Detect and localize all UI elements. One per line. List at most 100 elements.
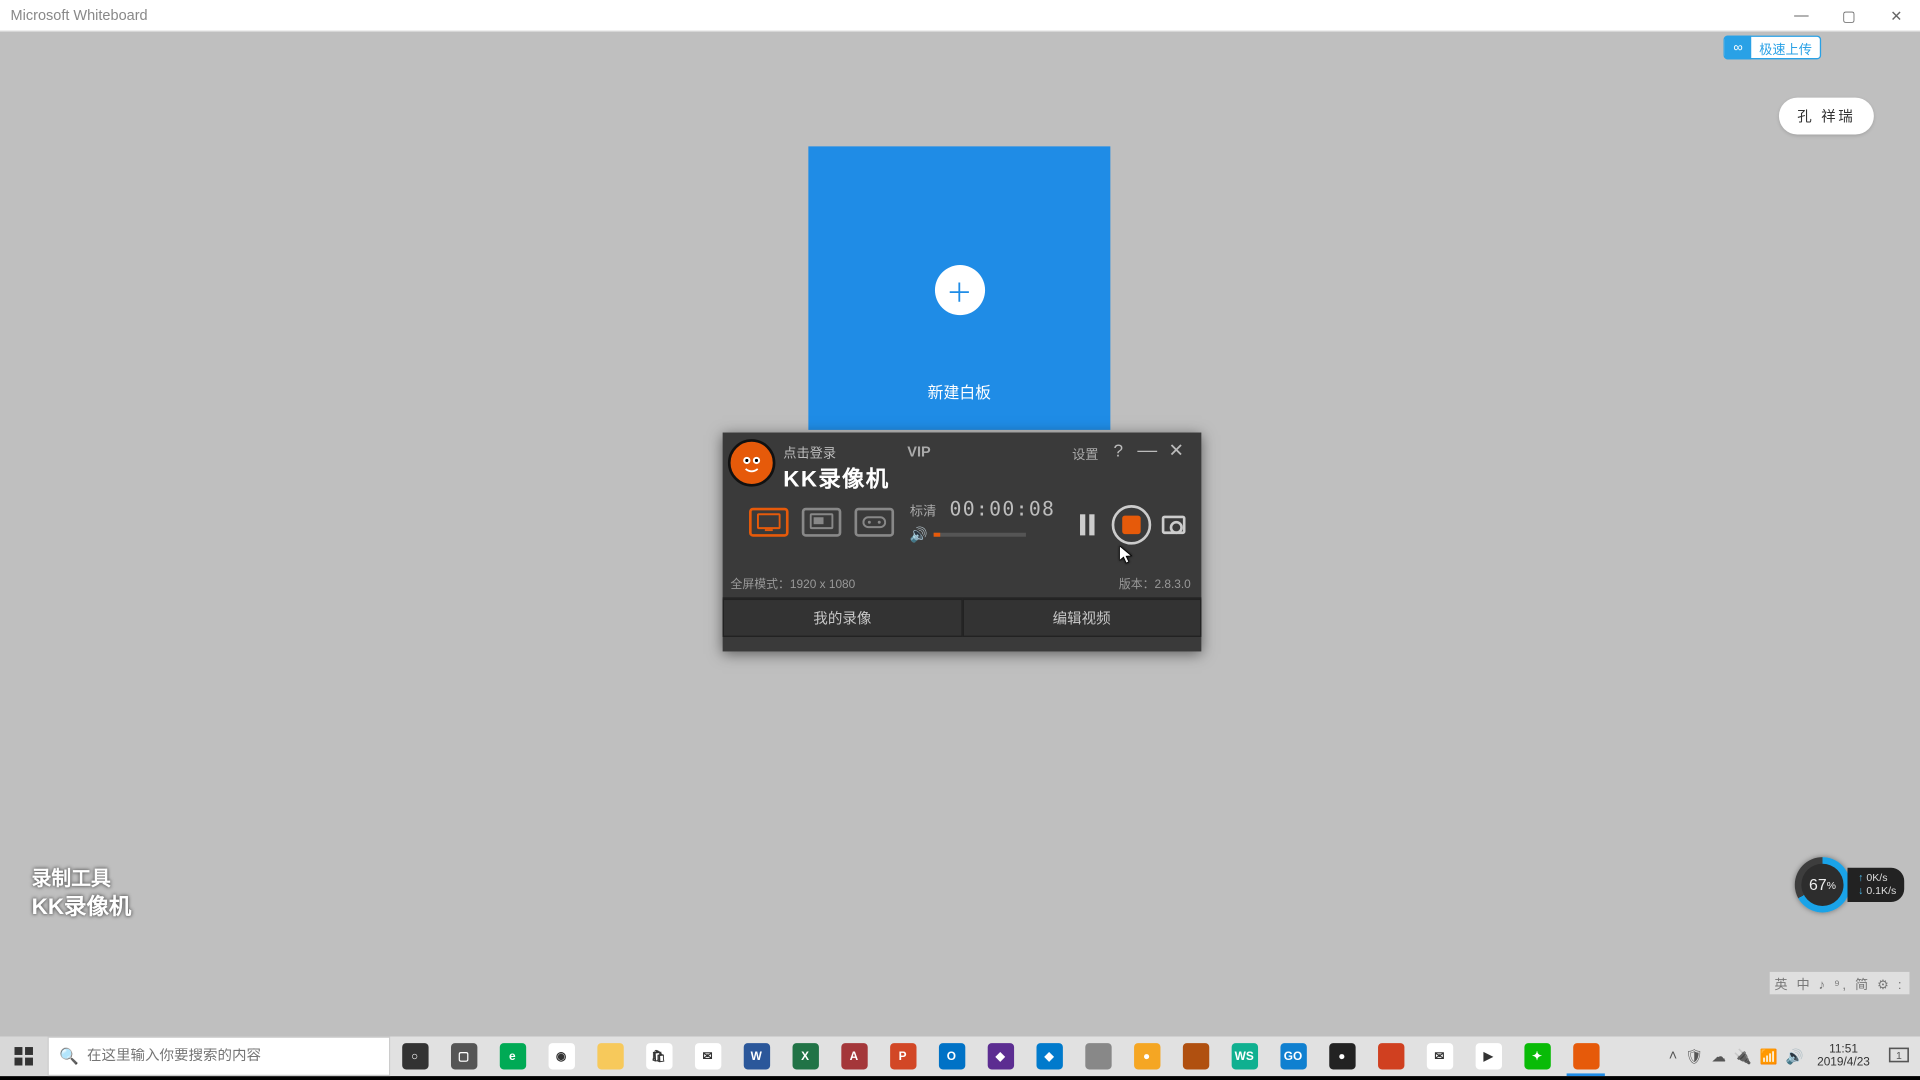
mode-game-button[interactable] [855, 508, 895, 537]
word-icon: W [743, 1043, 769, 1069]
user-pill[interactable]: 孔 祥瑞 [1779, 98, 1874, 135]
kk-settings-link[interactable]: 设置 [1072, 443, 1098, 463]
minimize-button[interactable]: — [1778, 0, 1825, 32]
perf-gauge[interactable]: 67% 0K/s 0.1K/s [1795, 857, 1904, 912]
kk-help-button[interactable]: ? [1106, 438, 1130, 462]
chrome-icon: ◉ [548, 1043, 574, 1069]
search-input[interactable] [87, 1048, 378, 1064]
tray-volume-icon[interactable]: 🔊 [1786, 1048, 1804, 1065]
taskbar-app-app3[interactable] [1366, 1036, 1415, 1076]
close-button[interactable]: ✕ [1873, 0, 1920, 32]
taskbar-app-app1[interactable] [1073, 1036, 1122, 1076]
mode-region-button[interactable] [802, 508, 842, 537]
taskbar-app-chrome[interactable]: ◉ [537, 1036, 586, 1076]
taskbar-app-coin[interactable]: ● [1122, 1036, 1171, 1076]
taskbar-app-edge[interactable]: e [488, 1036, 537, 1076]
stop-record-button[interactable] [1112, 505, 1152, 545]
whiteboard-body: ∞ 极速上传 孔 祥瑞 ＋ 新建白板 录制工具 KK录像机 点击登录 KK录像机… [0, 32, 1920, 1037]
taskbar-app-store[interactable]: 🛍 [634, 1036, 683, 1076]
gauge-pct-suffix: % [1827, 879, 1836, 891]
taskbar-app-powerpoint[interactable]: P [878, 1036, 927, 1076]
mode-fullscreen-button[interactable] [749, 508, 789, 537]
volume-control[interactable]: 🔊 [910, 526, 1026, 543]
taskbar-app-webstorm[interactable]: WS [1220, 1036, 1269, 1076]
tab-my-recordings[interactable]: 我的录像 [723, 599, 962, 637]
kk-logo-icon [728, 439, 775, 486]
excel-icon: X [792, 1043, 818, 1069]
tray-chevron-icon[interactable]: ˄ [1669, 1048, 1677, 1064]
taskbar: 🔍 ○▢e◉🛍✉WXAPO◆◆●WSGO●✉▶✦ ˄ 🛡 ☁ 🔌 📶 🔊 11:… [0, 1036, 1920, 1076]
taskbar-app-app2[interactable] [1171, 1036, 1220, 1076]
kk-icon [1573, 1043, 1599, 1069]
tray-notifications[interactable]: 1 [1883, 1046, 1915, 1067]
coin-icon: ● [1133, 1043, 1159, 1069]
kk-minimize-button[interactable]: — [1135, 438, 1159, 462]
app3-icon [1377, 1043, 1403, 1069]
app2-icon [1182, 1043, 1208, 1069]
rec-icon: ● [1329, 1043, 1355, 1069]
maximize-button[interactable]: ▢ [1825, 0, 1872, 32]
taskbar-search[interactable]: 🔍 [47, 1036, 390, 1076]
net-down: 0.1K/s [1858, 885, 1896, 898]
tray-network-icon[interactable]: 📶 [1760, 1048, 1778, 1065]
start-button[interactable] [0, 1036, 47, 1076]
edge-icon: e [499, 1043, 525, 1069]
mode-label: 全屏模式： [731, 578, 790, 591]
watermark-line1: 录制工具 [32, 868, 132, 893]
tray-date: 2019/4/23 [1817, 1056, 1870, 1069]
taskbar-app-excel[interactable]: X [781, 1036, 830, 1076]
taskbar-app-visualstudio[interactable]: ◆ [976, 1036, 1025, 1076]
cloud-icon: ∞ [1725, 36, 1751, 60]
tray-cloud-icon[interactable]: ☁ [1711, 1048, 1726, 1065]
net-up: 0K/s [1858, 872, 1896, 885]
taskbar-app-mail[interactable]: ✉ [683, 1036, 732, 1076]
taskbar-app-goland[interactable]: GO [1269, 1036, 1318, 1076]
svg-text:1: 1 [1896, 1050, 1902, 1062]
wechat-icon: ✦ [1524, 1043, 1550, 1069]
taskbar-app-explorer[interactable] [586, 1036, 635, 1076]
speaker-icon: 🔊 [910, 526, 928, 543]
taskbar-app-app4[interactable]: ✉ [1415, 1036, 1464, 1076]
explorer-icon [597, 1043, 623, 1069]
taskbar-app-access[interactable]: A [829, 1036, 878, 1076]
kk-app-name: KK录像机 [783, 460, 889, 493]
taskview-icon: ▢ [450, 1043, 476, 1069]
tab-edit-video[interactable]: 编辑视频 [962, 599, 1201, 637]
powerpoint-icon: P [889, 1043, 915, 1069]
cloud-upload-button[interactable]: ∞ 极速上传 [1724, 36, 1822, 60]
new-whiteboard-tile[interactable]: ＋ 新建白板 [808, 146, 1110, 430]
taskbar-app-word[interactable]: W [732, 1036, 781, 1076]
webstorm-icon: WS [1231, 1043, 1257, 1069]
tray-shield-icon[interactable]: 🛡 [1685, 1048, 1703, 1065]
taskbar-app-taskview[interactable]: ▢ [439, 1036, 488, 1076]
kk-info-bar: 全屏模式：1920 x 1080 版本：2.8.3.0 [723, 571, 1202, 597]
watermark: 录制工具 KK录像机 [32, 868, 132, 921]
taskbar-app-vscode[interactable]: ◆ [1025, 1036, 1074, 1076]
search-icon: 🔍 [59, 1047, 79, 1065]
taskbar-app-wechat[interactable]: ✦ [1513, 1036, 1562, 1076]
tray-clock[interactable]: 11:51 2019/4/23 [1812, 1043, 1875, 1069]
gauge-pct: 67 [1809, 876, 1827, 894]
taskbar-app-app5[interactable]: ▶ [1464, 1036, 1513, 1076]
kk-close-button[interactable]: ✕ [1164, 438, 1188, 462]
taskbar-app-outlook[interactable]: O [927, 1036, 976, 1076]
vscode-icon: ◆ [1036, 1043, 1062, 1069]
screenshot-button[interactable] [1162, 516, 1186, 534]
taskbar-app-cortana[interactable]: ○ [390, 1036, 439, 1076]
kk-vip-badge[interactable]: VIP [907, 444, 930, 460]
outlook-icon: O [938, 1043, 964, 1069]
quality-label[interactable]: 标清 [910, 500, 936, 520]
mode-value: 1920 x 1080 [790, 578, 855, 591]
app1-icon [1085, 1043, 1111, 1069]
volume-bar[interactable] [933, 533, 1025, 537]
taskbar-app-kk[interactable] [1561, 1036, 1610, 1076]
pause-button[interactable] [1080, 514, 1101, 535]
taskbar-app-rec[interactable]: ● [1317, 1036, 1366, 1076]
cloud-upload-label: 极速上传 [1751, 38, 1820, 58]
ime-bar[interactable]: 英 中 ♪ ⁹, 简 ⚙ : [1769, 972, 1909, 994]
tray-power-icon[interactable]: 🔌 [1734, 1048, 1752, 1065]
app4-icon: ✉ [1426, 1043, 1452, 1069]
cortana-icon: ○ [402, 1043, 428, 1069]
watermark-line2: KK录像机 [32, 892, 132, 920]
kk-login-link[interactable]: 点击登录 [783, 442, 836, 462]
